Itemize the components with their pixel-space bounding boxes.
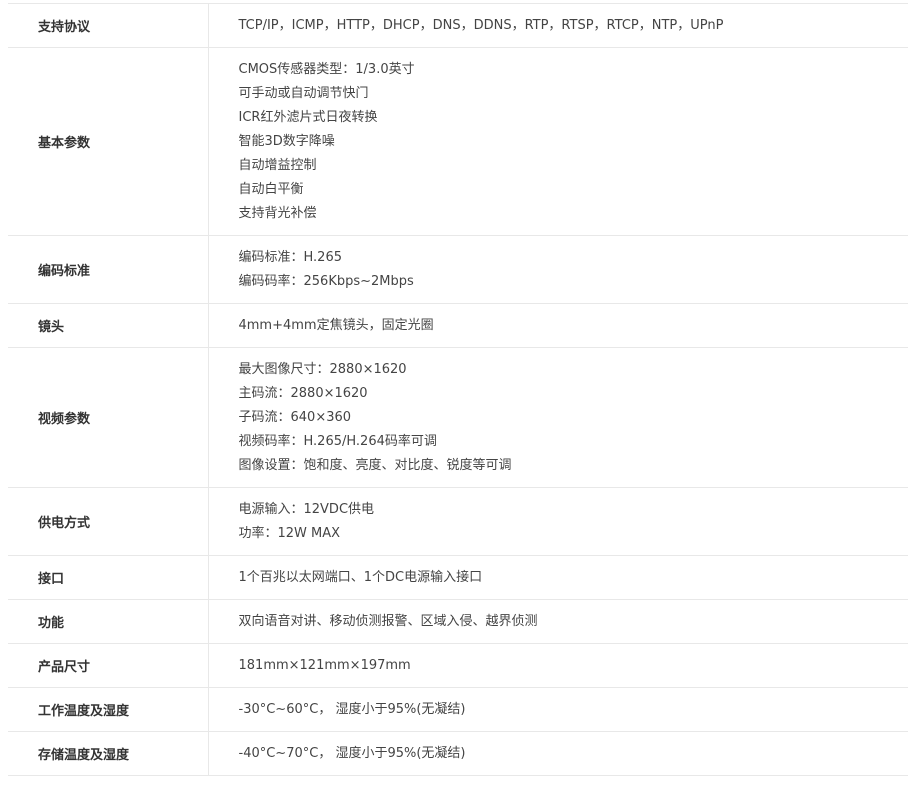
spec-label: 产品尺寸 xyxy=(8,643,209,688)
spec-label: 编码标准 xyxy=(8,235,209,304)
spec-value-line: 1个百兆以太网端口、1个DC电源输入接口 xyxy=(238,569,483,585)
spec-value: TCP/IP，ICMP，HTTP，DHCP，DNS，DDNS，RTP，RTSP，… xyxy=(208,3,908,48)
spec-row-power: 供电方式 电源输入：12VDC供电 功率：12W MAX xyxy=(8,487,908,556)
spec-value-line: 可手动或自动调节快门 xyxy=(238,85,369,101)
spec-label: 存储温度及湿度 xyxy=(8,731,209,776)
spec-row-lens: 镜头 4mm+4mm定焦镜头，固定光圈 xyxy=(8,303,908,348)
spec-label: 工作温度及湿度 xyxy=(8,687,209,732)
spec-value: -40°C~70°C， 湿度小于95%(无凝结) xyxy=(208,731,908,776)
spec-value-line: 电源输入：12VDC供电 xyxy=(238,501,375,517)
spec-row-basic-params: 基本参数 CMOS传感器类型：1/3.0英寸 可手动或自动调节快门 ICR红外滤… xyxy=(8,47,908,236)
spec-label: 镜头 xyxy=(8,303,209,348)
spec-row-interfaces: 接口 1个百兆以太网端口、1个DC电源输入接口 xyxy=(8,555,908,600)
spec-value-line: 双向语音对讲、移动侦测报警、区域入侵、越界侦测 xyxy=(238,613,538,629)
spec-value: -30°C~60°C， 湿度小于95%(无凝结) xyxy=(208,687,908,732)
spec-row-storage-env: 存储温度及湿度 -40°C~70°C， 湿度小于95%(无凝结) xyxy=(8,731,908,776)
spec-value-line: 主码流：2880×1620 xyxy=(238,385,368,401)
spec-label: 基本参数 xyxy=(8,47,209,236)
spec-value: CMOS传感器类型：1/3.0英寸 可手动或自动调节快门 ICR红外滤片式日夜转… xyxy=(208,47,908,236)
spec-value-line: 视频码率：H.265/H.264码率可调 xyxy=(238,433,437,449)
spec-value-line: 编码标准：H.265 xyxy=(238,249,343,265)
spec-row-encoding: 编码标准 编码标准：H.265 编码码率：256Kbps~2Mbps xyxy=(8,235,908,304)
spec-value-line: -40°C~70°C， 湿度小于95%(无凝结) xyxy=(238,745,466,761)
spec-value-line: 编码码率：256Kbps~2Mbps xyxy=(238,273,414,289)
spec-value-line: 自动白平衡 xyxy=(238,181,304,197)
spec-row-functions: 功能 双向语音对讲、移动侦测报警、区域入侵、越界侦测 xyxy=(8,599,908,644)
spec-value: 181mm×121mm×197mm xyxy=(208,643,908,688)
spec-value: 1个百兆以太网端口、1个DC电源输入接口 xyxy=(208,555,908,600)
spec-value: 编码标准：H.265 编码码率：256Kbps~2Mbps xyxy=(208,235,908,304)
spec-value-line: 自动增益控制 xyxy=(238,157,317,173)
spec-value: 双向语音对讲、移动侦测报警、区域入侵、越界侦测 xyxy=(208,599,908,644)
spec-value: 电源输入：12VDC供电 功率：12W MAX xyxy=(208,487,908,556)
spec-label: 接口 xyxy=(8,555,209,600)
spec-row-video-params: 视频参数 最大图像尺寸：2880×1620 主码流：2880×1620 子码流：… xyxy=(8,347,908,488)
spec-value-line: -30°C~60°C， 湿度小于95%(无凝结) xyxy=(238,701,466,717)
spec-value: 最大图像尺寸：2880×1620 主码流：2880×1620 子码流：640×3… xyxy=(208,347,908,488)
spec-value-line: 图像设置：饱和度、亮度、对比度、锐度等可调 xyxy=(238,457,512,473)
spec-label: 供电方式 xyxy=(8,487,209,556)
spec-row-protocols: 支持协议 TCP/IP，ICMP，HTTP，DHCP，DNS，DDNS，RTP，… xyxy=(8,3,908,48)
spec-value-line: 功率：12W MAX xyxy=(238,525,341,541)
spec-value-line: 最大图像尺寸：2880×1620 xyxy=(238,361,407,377)
spec-row-dimensions: 产品尺寸 181mm×121mm×197mm xyxy=(8,643,908,688)
spec-value-line: TCP/IP，ICMP，HTTP，DHCP，DNS，DDNS，RTP，RTSP，… xyxy=(238,17,724,33)
spec-table: 支持协议 TCP/IP，ICMP，HTTP，DHCP，DNS，DDNS，RTP，… xyxy=(8,3,908,776)
spec-value-line: CMOS传感器类型：1/3.0英寸 xyxy=(238,61,415,77)
spec-value-line: 子码流：640×360 xyxy=(238,409,352,425)
spec-value-line: 智能3D数字降噪 xyxy=(238,133,335,149)
spec-row-operating-env: 工作温度及湿度 -30°C~60°C， 湿度小于95%(无凝结) xyxy=(8,687,908,732)
spec-value-line: 4mm+4mm定焦镜头，固定光圈 xyxy=(238,317,434,333)
spec-label: 功能 xyxy=(8,599,209,644)
spec-value-line: 181mm×121mm×197mm xyxy=(238,657,411,673)
spec-label: 支持协议 xyxy=(8,3,209,48)
spec-label: 视频参数 xyxy=(8,347,209,488)
spec-value: 4mm+4mm定焦镜头，固定光圈 xyxy=(208,303,908,348)
spec-value-line: ICR红外滤片式日夜转换 xyxy=(238,109,378,125)
spec-value-line: 支持背光补偿 xyxy=(238,205,317,221)
